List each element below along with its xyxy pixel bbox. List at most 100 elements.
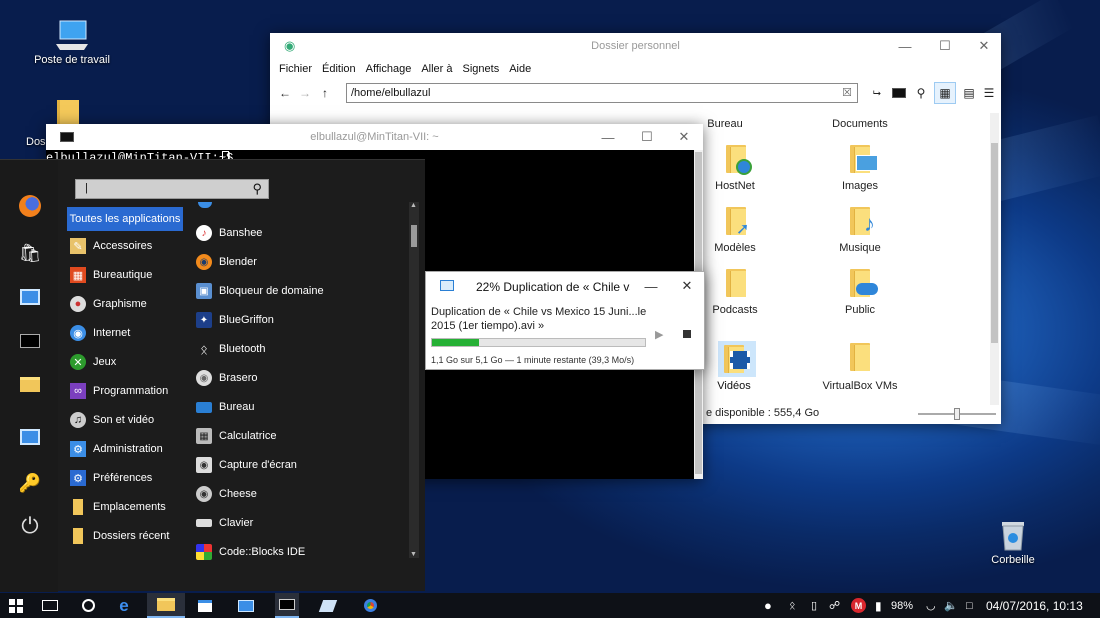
app-domain-blocker[interactable]: ▣ Bloqueur de domaine: [196, 279, 406, 303]
forward-arrow-icon[interactable]: →: [296, 84, 314, 102]
terminal-icon[interactable]: [890, 84, 908, 102]
desktop-icon-computer[interactable]: Poste de travail: [30, 18, 114, 66]
dialog-title-bar[interactable]: 22% Duplication de « Chile vs M — ✕: [426, 272, 704, 300]
folder-label[interactable]: Documents: [805, 118, 915, 130]
search-icon[interactable]: ⚲: [912, 84, 930, 102]
app-bluegriffon[interactable]: ✦ BlueGriffon: [196, 308, 406, 332]
menu-edit[interactable]: Édition: [317, 63, 361, 75]
category-multimedia[interactable]: ♫ Son et vidéo: [70, 408, 210, 432]
folder-public[interactable]: [846, 267, 886, 303]
app-bluetooth[interactable]: ᛟ Bluetooth: [196, 337, 406, 361]
zoom-slider[interactable]: [918, 408, 996, 420]
folder-images[interactable]: [846, 143, 886, 179]
back-arrow-icon[interactable]: ←: [276, 84, 294, 102]
search-icon[interactable]: ⚲: [252, 181, 262, 197]
category-recent[interactable]: Dossiers récent: [70, 524, 210, 548]
folder-virtualbox[interactable]: [846, 341, 886, 377]
folder-music[interactable]: ♪: [846, 205, 886, 241]
file-explorer-icon[interactable]: [147, 593, 185, 618]
compact-view-icon[interactable]: ▤: [960, 84, 978, 102]
usb-icon[interactable]: ▯: [811, 593, 817, 618]
app-search-input[interactable]: | ⚲: [75, 179, 269, 199]
pause-icon[interactable]: ▶: [655, 328, 663, 341]
bluetooth-tray-icon[interactable]: ᛟ: [789, 593, 796, 618]
list-view-icon[interactable]: ☰: [980, 84, 998, 102]
app-codeblocks[interactable]: Code::Blocks IDE: [196, 540, 406, 564]
open-terminal-icon[interactable]: ⮡: [868, 84, 886, 102]
user-icon[interactable]: ●: [764, 593, 772, 618]
battery-icon[interactable]: ▮: [875, 593, 882, 618]
title-bar[interactable]: ◉ Dossier personnel — ☐ ✕: [270, 33, 1001, 59]
app-blender[interactable]: ◉ Blender: [196, 250, 406, 274]
grid-view-icon[interactable]: ▦: [934, 82, 956, 104]
app-keyboard[interactable]: Clavier: [196, 511, 406, 535]
notification-icon[interactable]: □: [966, 593, 973, 618]
category-programming[interactable]: ∞ Programmation: [70, 379, 210, 403]
category-accessories[interactable]: ✎ Accessoires: [70, 234, 210, 258]
store-icon[interactable]: [194, 593, 216, 618]
category-games[interactable]: ✕ Jeux: [70, 350, 210, 374]
terminal-icon[interactable]: [275, 593, 299, 618]
app-cheese[interactable]: ◉ Cheese: [196, 482, 406, 506]
menu-file[interactable]: Fichier: [274, 63, 317, 75]
stop-icon[interactable]: [683, 330, 691, 338]
maximize-button[interactable]: ☐: [630, 124, 664, 150]
category-all-apps[interactable]: Toutes les applications: [67, 207, 183, 231]
chrome-icon[interactable]: [359, 593, 381, 618]
menu-view[interactable]: Affichage: [361, 63, 417, 75]
close-button[interactable]: ✕: [670, 273, 704, 299]
mega-icon[interactable]: M: [851, 593, 866, 618]
app-screenshot[interactable]: ◉ Capture d'écran: [196, 453, 406, 477]
category-graphics[interactable]: ● Graphisme: [70, 292, 210, 316]
windows-start-icon[interactable]: [5, 593, 27, 618]
close-button[interactable]: ✕: [967, 33, 1001, 59]
desktop-icon-trash[interactable]: Corbeille: [980, 518, 1046, 566]
category-preferences[interactable]: ⚙ Préférences: [70, 466, 210, 490]
shield-icon[interactable]: ☍: [829, 593, 840, 618]
category-internet[interactable]: ◉ Internet: [70, 321, 210, 345]
task-view-icon[interactable]: [39, 593, 61, 618]
category-places[interactable]: Emplacements: [70, 495, 210, 519]
battery-percent[interactable]: 98%: [891, 593, 913, 618]
store-icon[interactable]: 🛍: [17, 240, 43, 266]
up-arrow-icon[interactable]: ↑: [316, 84, 334, 102]
folder-videos[interactable]: [718, 341, 756, 377]
category-administration[interactable]: ⚙ Administration: [70, 437, 210, 461]
wifi-icon[interactable]: ◡: [926, 593, 936, 618]
app-brasero[interactable]: ◉ Brasero: [196, 366, 406, 390]
app-calculator[interactable]: ▦ Calculatrice: [196, 424, 406, 448]
close-button[interactable]: ✕: [667, 124, 701, 150]
app-desktop[interactable]: Bureau: [196, 395, 406, 419]
control-panel-icon[interactable]: [17, 284, 43, 310]
folder-templates[interactable]: ➚: [720, 205, 760, 241]
folder-hostnet[interactable]: [720, 143, 760, 179]
terminal-icon[interactable]: [17, 328, 43, 354]
title-bar[interactable]: elbullazul@MinTitan-VII: ~ — ☐ ✕: [46, 124, 703, 150]
volume-icon[interactable]: 🔈: [944, 593, 958, 618]
clock[interactable]: 04/07/2016, 10:13: [986, 593, 1083, 618]
menu-bookmarks[interactable]: Signets: [458, 63, 505, 75]
folder-icon[interactable]: [17, 371, 43, 397]
control-panel-icon[interactable]: [235, 593, 257, 618]
path-input[interactable]: /home/elbullazul ☒: [346, 83, 858, 103]
copy-progress-dialog[interactable]: 22% Duplication de « Chile vs M — ✕ Dupl…: [425, 271, 705, 370]
category-office[interactable]: ▦ Bureautique: [70, 263, 210, 287]
firefox-icon[interactable]: [17, 193, 43, 219]
menu-help[interactable]: Aide: [504, 63, 536, 75]
edge-icon[interactable]: e: [113, 593, 135, 618]
power-icon[interactable]: ⏻: [17, 513, 43, 539]
notes-icon[interactable]: [317, 593, 339, 618]
minimize-button[interactable]: —: [591, 124, 625, 150]
minimize-button[interactable]: —: [634, 273, 668, 299]
minimize-button[interactable]: —: [888, 33, 922, 59]
key-icon[interactable]: 🔑: [17, 470, 43, 496]
scrollbar[interactable]: [990, 113, 999, 405]
folder-podcasts[interactable]: [720, 267, 760, 303]
menu-scrollbar[interactable]: ▲ ▼: [409, 202, 419, 558]
cortana-icon[interactable]: [77, 593, 99, 618]
clear-icon[interactable]: ☒: [842, 86, 852, 99]
menu-go[interactable]: Aller à: [416, 63, 457, 75]
lock-computer-icon[interactable]: [17, 424, 43, 450]
maximize-button[interactable]: ☐: [928, 33, 962, 59]
app-banshee[interactable]: ♪ Banshee: [196, 221, 406, 245]
